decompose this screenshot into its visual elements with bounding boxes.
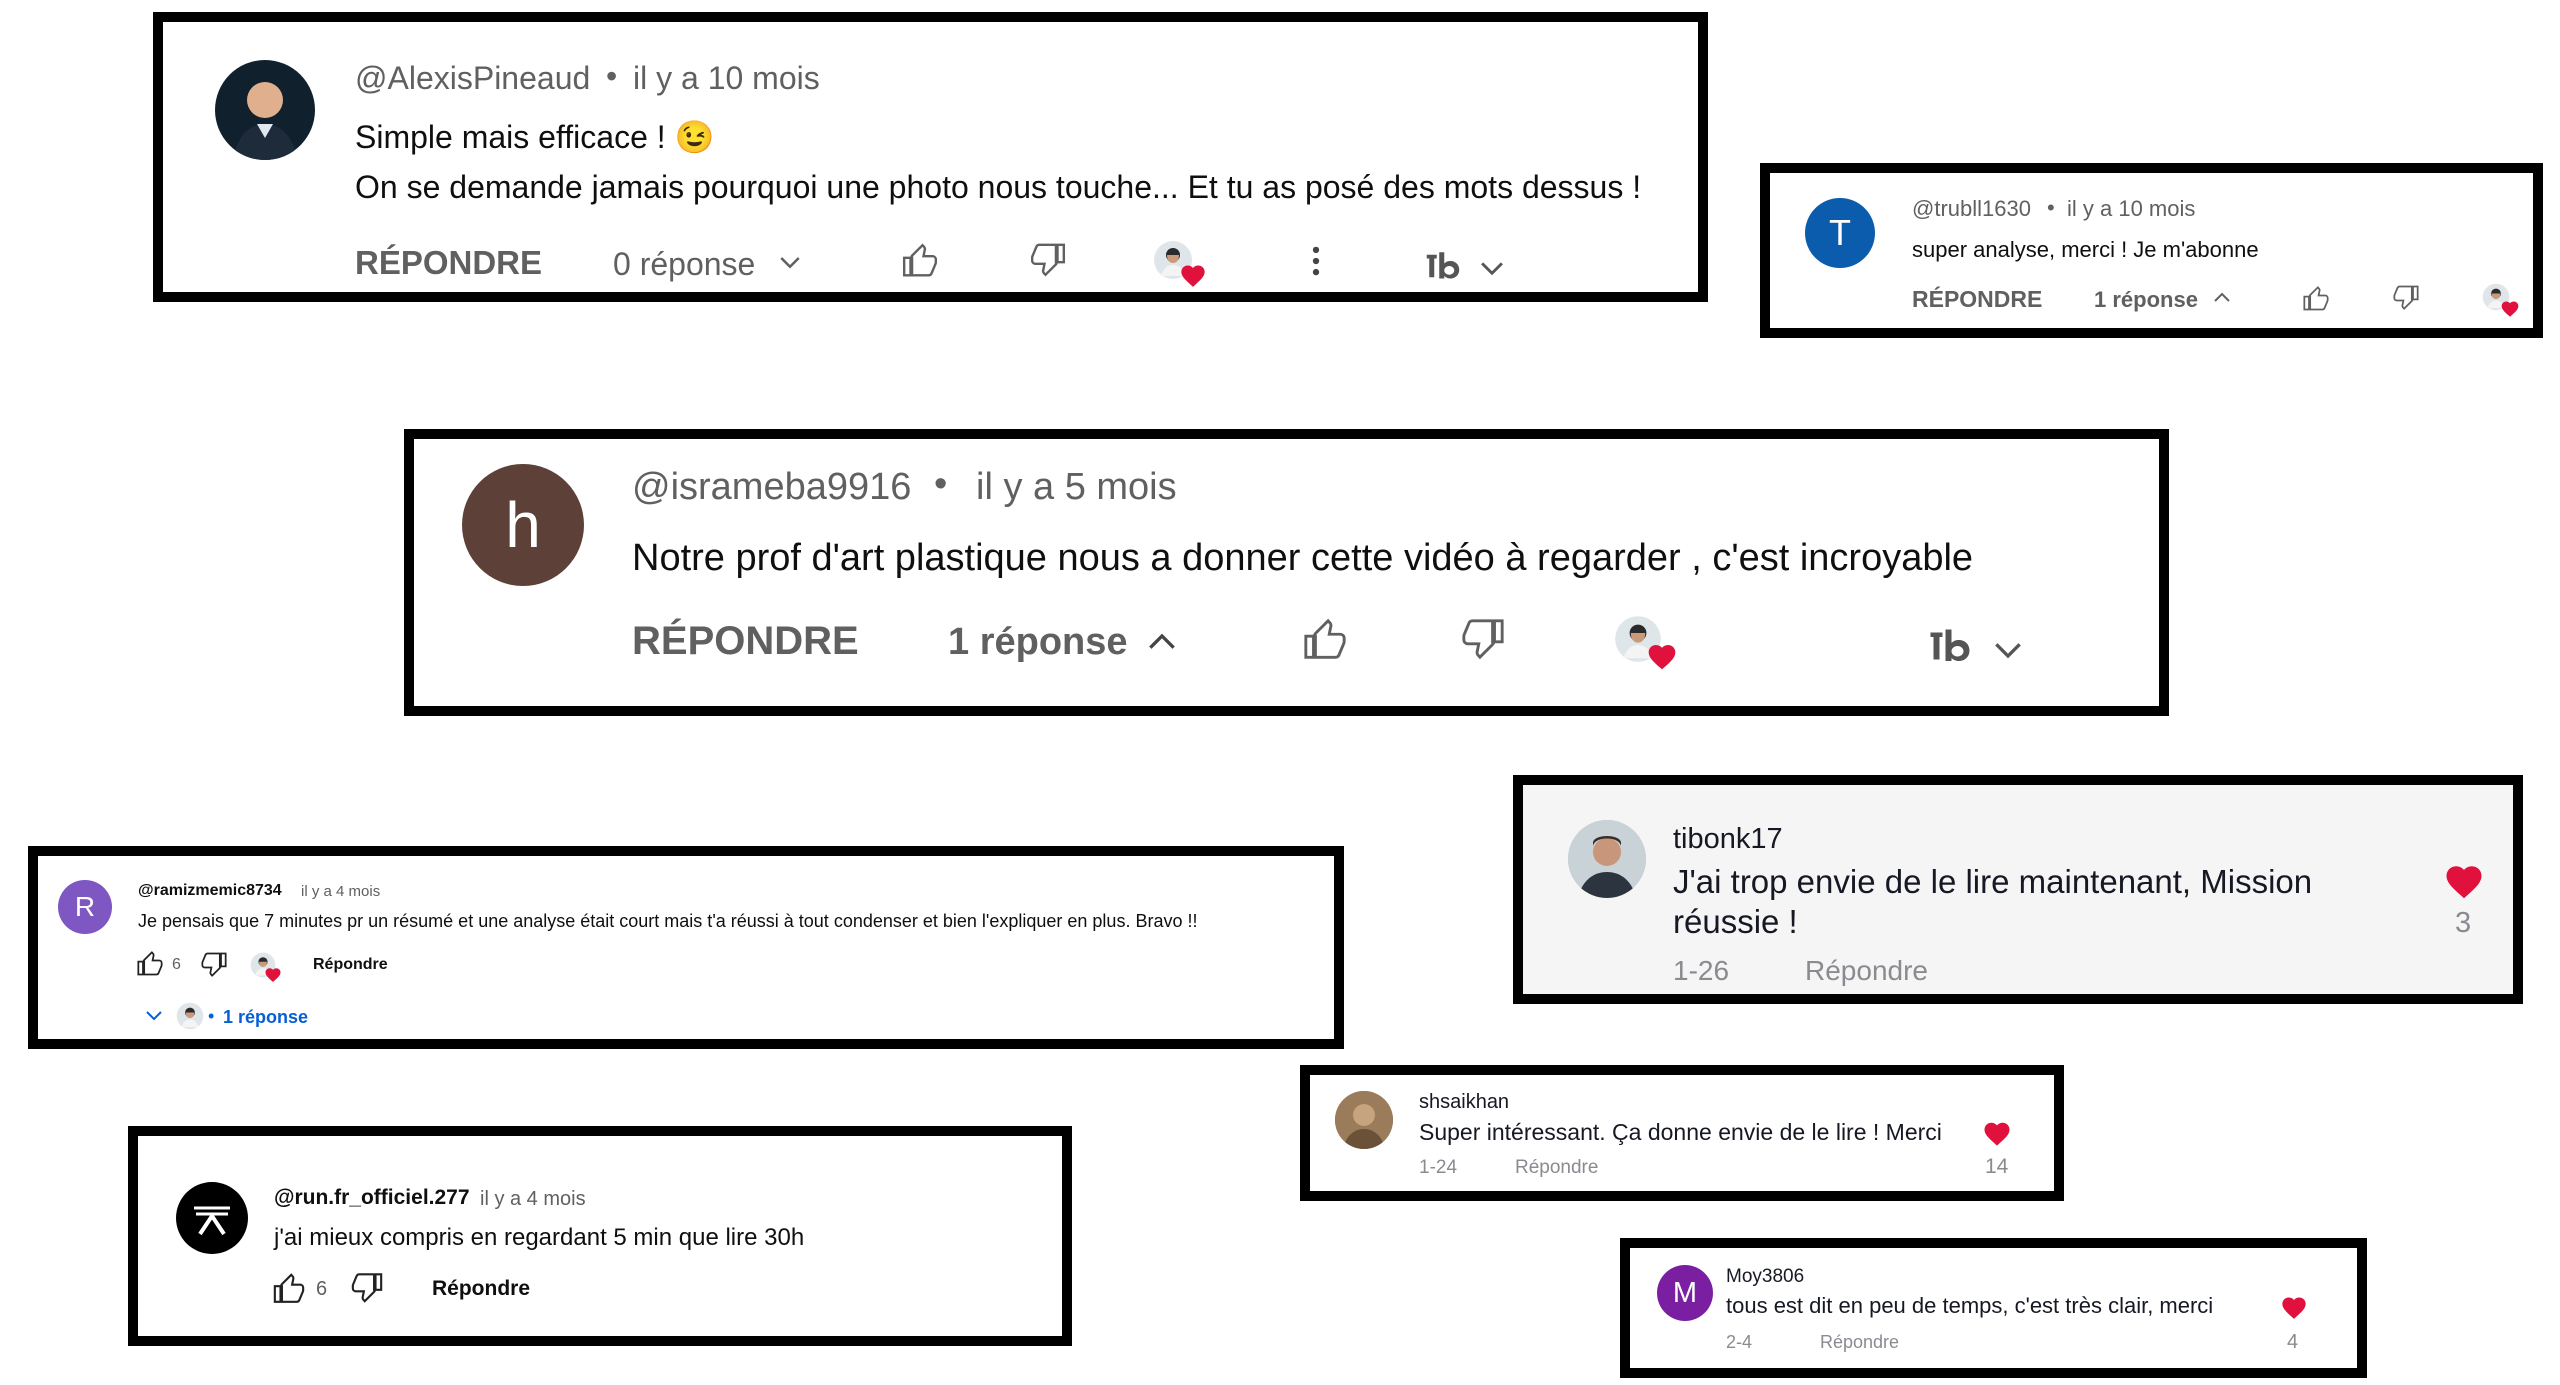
avatar[interactable]	[215, 60, 315, 160]
comment-time[interactable]: il y a 5 mois	[976, 466, 1177, 509]
comment-text: super analyse, merci ! Je m'abonne	[1912, 237, 2259, 262]
chevron-up-icon[interactable]	[1142, 621, 1182, 661]
separator-dot: •	[208, 1006, 215, 1026]
like-count: 6	[172, 956, 181, 973]
comment-text: j'ai mieux compris en regardant 5 min qu…	[274, 1224, 805, 1251]
chevron-down-icon[interactable]	[1988, 631, 2028, 671]
comment-text: Je pensais que 7 minutes pr un résumé et…	[138, 911, 1198, 931]
comment-text: tous est dit en peu de temps, c'est très…	[1726, 1293, 2214, 1318]
avatar[interactable]: h	[462, 464, 584, 586]
tb-logo-icon[interactable]	[1926, 623, 1986, 669]
avatar[interactable]	[1568, 820, 1646, 898]
comment-card-alexis: @AlexisPineaud • il y a 10 mois Simple m…	[153, 12, 1708, 302]
avatar[interactable]: M	[1657, 1265, 1713, 1321]
thumbs-up-icon[interactable]	[136, 950, 164, 978]
like-count: 4	[2287, 1331, 2299, 1353]
like-count: 14	[1985, 1155, 2009, 1178]
reply-button[interactable]: RÉPONDRE	[632, 619, 859, 664]
comment-text-line2: On se demande jamais pourquoi une photo …	[355, 169, 1642, 205]
heart-icon[interactable]	[1982, 1119, 2012, 1149]
more-options-icon[interactable]	[1297, 242, 1335, 280]
comment-time[interactable]: il y a 10 mois	[633, 60, 820, 97]
heart-icon	[2500, 299, 2520, 319]
author-name[interactable]: @trubll1630	[1912, 196, 2031, 222]
like-count: 3	[2455, 907, 2472, 939]
comment-date: 2-4	[1726, 1332, 1753, 1352]
heart-icon	[1646, 641, 1678, 673]
chevron-down-icon[interactable]	[775, 248, 805, 278]
replies-link[interactable]: 1 réponse	[223, 1007, 308, 1028]
comment-card-tibonk: tibonk17 J'ai trop envie de le lire main…	[1513, 775, 2523, 1004]
avatar[interactable]: T	[1805, 198, 1875, 268]
reply-button[interactable]: RÉPONDRE	[355, 244, 542, 282]
replies-toggle[interactable]: 1 réponse	[2094, 287, 2198, 313]
creator-avatar-icon	[176, 1002, 204, 1030]
avatar[interactable]: R	[58, 880, 112, 934]
comment-text: Super intéressant. Ça donne envie de le …	[1419, 1119, 1942, 1145]
thumbs-down-icon[interactable]	[1029, 240, 1067, 278]
chevron-up-icon[interactable]	[2210, 285, 2234, 309]
thumbs-down-icon[interactable]	[1460, 615, 1506, 661]
separator-dot: •	[606, 58, 618, 94]
tb-logo-icon[interactable]	[1423, 246, 1473, 286]
chevron-down-icon[interactable]	[1475, 252, 1509, 286]
comment-text: Notre prof d'art plastique nous a donner…	[632, 537, 1974, 579]
avatar[interactable]	[1335, 1091, 1393, 1149]
reply-button[interactable]: Répondre	[1805, 955, 1928, 987]
thumbs-up-icon[interactable]	[272, 1272, 306, 1306]
heart-icon[interactable]	[2443, 861, 2485, 903]
reply-button[interactable]: Répondre	[1515, 1157, 1598, 1179]
comment-text-line2: réussie !	[1673, 903, 1798, 940]
comment-date: 1-24	[1419, 1157, 1458, 1178]
comment-text-line1: Simple mais efficace ! 😉	[355, 119, 715, 155]
author-name[interactable]: @run.fr_officiel.277	[274, 1186, 470, 1210]
separator-dot: •	[2047, 195, 2055, 220]
separator-dot: •	[934, 463, 948, 505]
comment-time[interactable]: il y a 10 mois	[2067, 196, 2195, 222]
thumbs-down-icon[interactable]	[200, 950, 228, 978]
author-name[interactable]: shsaikhan	[1419, 1091, 1509, 1114]
comment-time[interactable]: il y a 4 mois	[301, 883, 380, 900]
thumbs-down-icon[interactable]	[350, 1270, 384, 1304]
comment-date: 1-26	[1673, 955, 1730, 986]
author-name[interactable]: Moy3806	[1726, 1266, 1804, 1288]
avatar[interactable]	[176, 1182, 248, 1254]
comment-time[interactable]: il y a 4 mois	[480, 1188, 586, 1211]
comment-card-trubll: T @trubll1630 • il y a 10 mois super ana…	[1760, 163, 2543, 338]
thumbs-up-icon[interactable]	[2302, 285, 2330, 313]
author-name[interactable]: tibonk17	[1673, 823, 1783, 856]
comment-card-run-fr: @run.fr_officiel.277 il y a 4 mois j'ai …	[128, 1126, 1072, 1346]
heart-icon	[1179, 262, 1207, 290]
comment-card-isrameba: h @isrameba9916 • il y a 5 mois Notre pr…	[404, 429, 2169, 716]
thumbs-down-icon[interactable]	[2392, 283, 2420, 311]
thumbs-up-icon[interactable]	[901, 242, 939, 280]
reply-button[interactable]: Répondre	[432, 1277, 530, 1301]
author-name[interactable]: @AlexisPineaud	[355, 60, 590, 97]
thumbs-up-icon[interactable]	[1302, 617, 1348, 663]
comment-card-moy3806: M Moy3806 tous est dit en peu de temps, …	[1620, 1238, 2367, 1378]
like-count: 6	[316, 1278, 328, 1300]
author-name[interactable]: @isrameba9916	[632, 466, 911, 509]
author-name[interactable]: @ramizmemic8734	[138, 882, 282, 900]
chevron-down-icon[interactable]	[142, 1004, 166, 1028]
reply-button[interactable]: Répondre	[1820, 1332, 1899, 1353]
reply-button[interactable]: Répondre	[313, 956, 388, 974]
comment-card-shsaikhan: shsaikhan Super intéressant. Ça donne en…	[1300, 1065, 2064, 1201]
comment-text-line1: J'ai trop envie de le lire maintenant, M…	[1673, 863, 2313, 900]
reply-button[interactable]: RÉPONDRE	[1912, 286, 2042, 313]
comment-card-ramizmemic: R @ramizmemic8734 il y a 4 mois Je pensa…	[28, 846, 1344, 1049]
heart-icon[interactable]	[2280, 1294, 2308, 1322]
replies-toggle[interactable]: 0 réponse	[613, 246, 755, 283]
heart-icon	[264, 966, 282, 984]
replies-toggle[interactable]: 1 réponse	[948, 621, 1128, 664]
